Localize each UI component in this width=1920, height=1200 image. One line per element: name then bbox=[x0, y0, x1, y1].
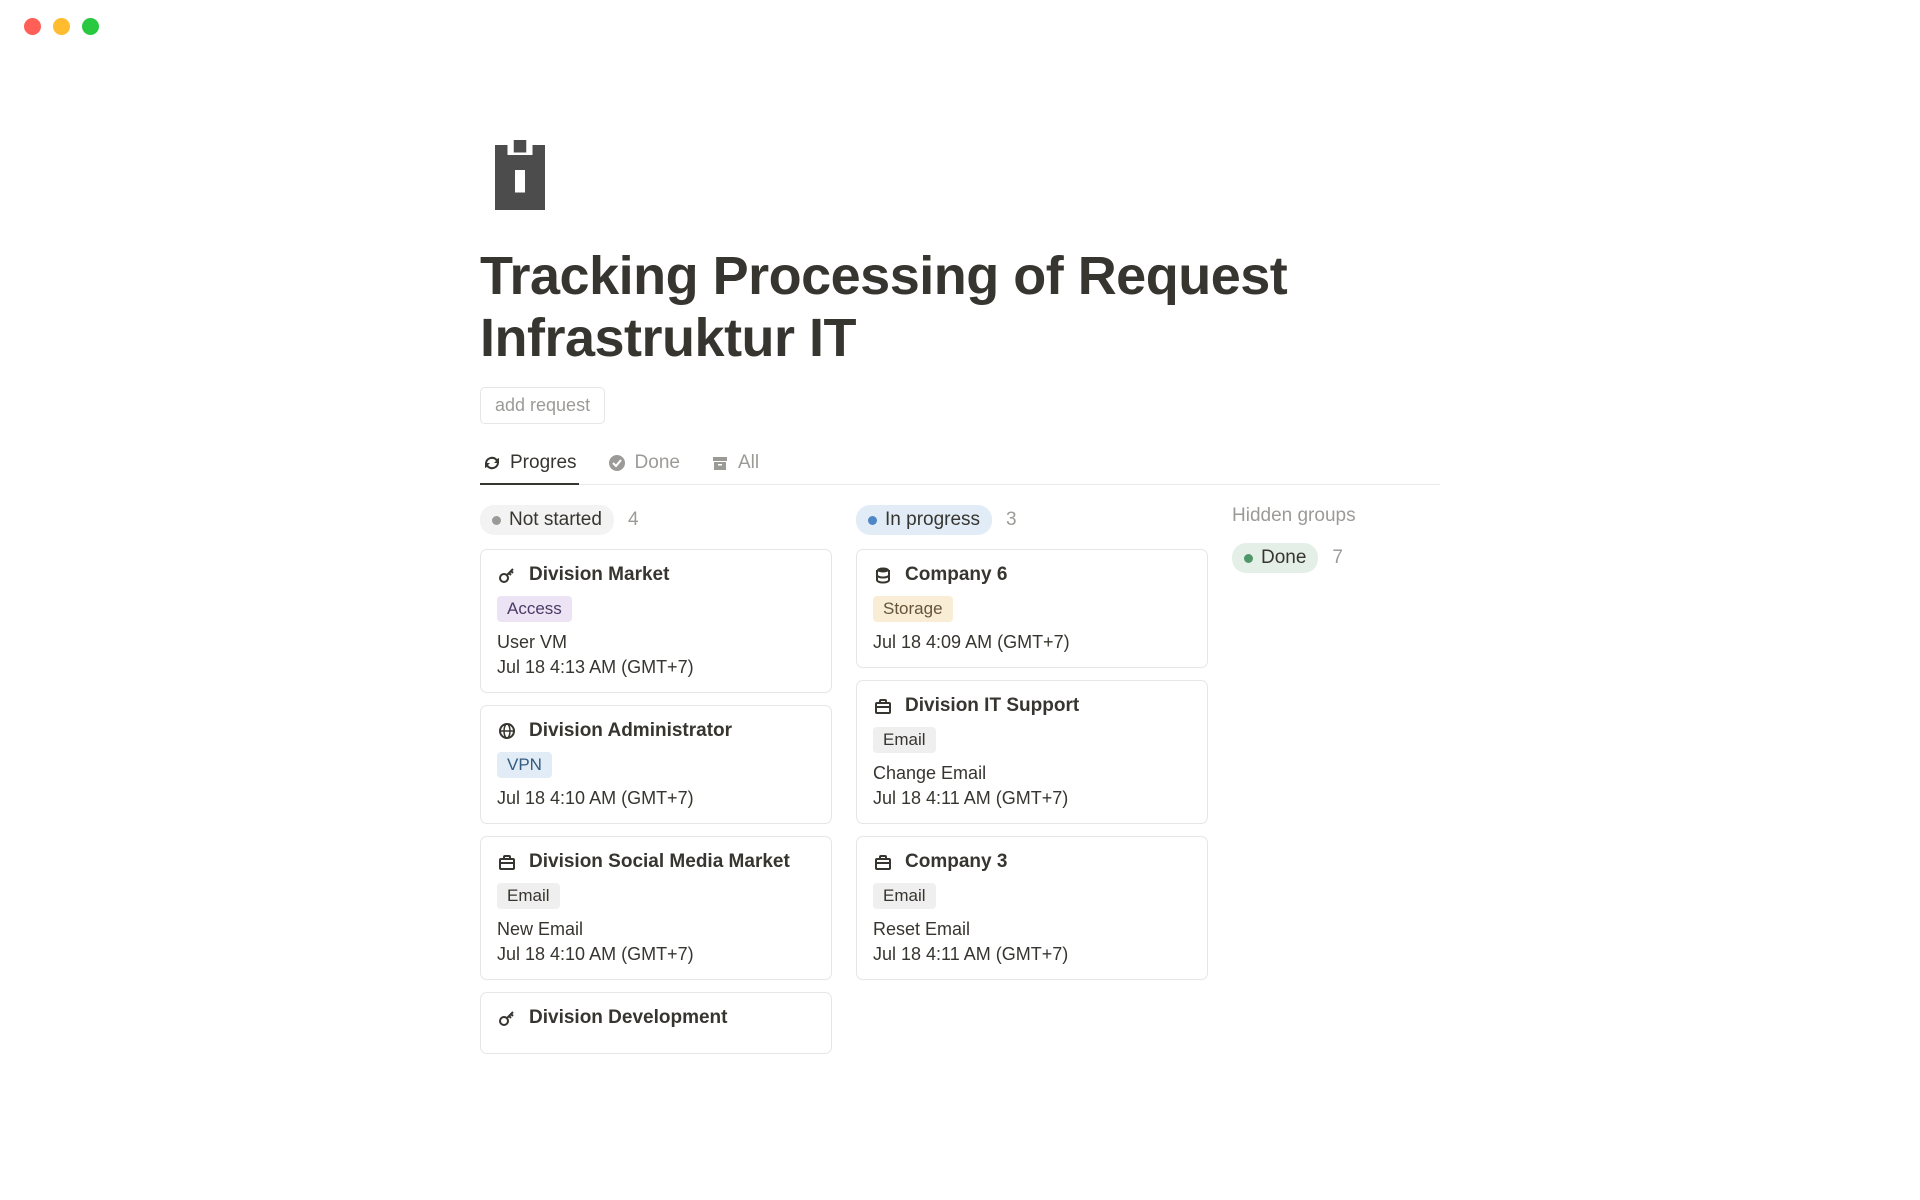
card-date: Jul 18 4:13 AM (GMT+7) bbox=[497, 657, 815, 678]
card[interactable]: Division Social Media Market Email New Ema… bbox=[480, 836, 832, 980]
hidden-groups-column: Hidden groups Done 7 bbox=[1232, 505, 1440, 573]
status-pill[interactable]: In progress bbox=[856, 505, 992, 535]
card-title: Division Development bbox=[529, 1007, 728, 1029]
card-description: Reset Email bbox=[873, 919, 1191, 940]
card[interactable]: Division Market Access User VM Jul 18 4:13 … bbox=[480, 549, 832, 693]
status-label: Done bbox=[1261, 547, 1306, 569]
tab-progres[interactable]: Progres bbox=[480, 446, 579, 484]
column-header: Not started 4 bbox=[480, 505, 832, 535]
card[interactable]: Division Administrator VPN Jul 18 4:10 AM … bbox=[480, 705, 832, 824]
card-description: Change Email bbox=[873, 763, 1191, 784]
close-window-button[interactable] bbox=[24, 18, 41, 35]
card-description: User VM bbox=[497, 632, 815, 653]
card-date: Jul 18 4:10 AM (GMT+7) bbox=[497, 788, 815, 809]
tab-label: Progres bbox=[510, 452, 577, 474]
card-tag: Email bbox=[873, 883, 936, 909]
card-title: Company 6 bbox=[905, 564, 1007, 586]
column-header: In progress 3 bbox=[856, 505, 1208, 535]
card-description: New Email bbox=[497, 919, 815, 940]
card-tag: Email bbox=[873, 727, 936, 753]
tab-all[interactable]: All bbox=[708, 446, 761, 484]
hidden-groups-title: Hidden groups bbox=[1232, 505, 1440, 527]
board-column-not-started: Not started 4 Division Market Access User VM… bbox=[480, 505, 832, 1066]
hidden-group-count: 7 bbox=[1332, 547, 1343, 569]
card[interactable]: Company 3 Email Reset Email Jul 18 4:11 AM … bbox=[856, 836, 1208, 980]
card[interactable]: Division Development bbox=[480, 992, 832, 1054]
status-label: Not started bbox=[509, 509, 602, 531]
tab-label: All bbox=[738, 452, 759, 474]
add-request-button[interactable]: add request bbox=[480, 387, 605, 424]
card-title: Company 3 bbox=[905, 851, 1007, 873]
card-date: Jul 18 4:09 AM (GMT+7) bbox=[873, 632, 1191, 653]
column-count: 4 bbox=[628, 509, 639, 531]
card-tag: Access bbox=[497, 596, 572, 622]
status-dot-icon bbox=[868, 516, 877, 525]
tab-label: Done bbox=[635, 452, 680, 474]
briefcase-icon bbox=[497, 852, 517, 872]
minimize-window-button[interactable] bbox=[53, 18, 70, 35]
key-icon bbox=[497, 565, 517, 585]
status-pill[interactable]: Not started bbox=[480, 505, 614, 535]
page-title: Tracking Processing of Request Infrastru… bbox=[480, 245, 1440, 369]
hidden-group-row[interactable]: Done 7 bbox=[1232, 543, 1440, 573]
globe-icon bbox=[497, 721, 517, 741]
status-label: In progress bbox=[885, 509, 980, 531]
card-tag: Storage bbox=[873, 596, 953, 622]
card-date: Jul 18 4:10 AM (GMT+7) bbox=[497, 944, 815, 965]
card-date: Jul 18 4:11 AM (GMT+7) bbox=[873, 944, 1191, 965]
database-icon bbox=[873, 565, 893, 585]
card-title: Division Market bbox=[529, 564, 669, 586]
briefcase-icon bbox=[873, 696, 893, 716]
card-tag: Email bbox=[497, 883, 560, 909]
key-icon bbox=[497, 1008, 517, 1028]
zoom-window-button[interactable] bbox=[82, 18, 99, 35]
briefcase-icon bbox=[873, 852, 893, 872]
status-dot-icon bbox=[492, 516, 501, 525]
column-count: 3 bbox=[1006, 509, 1017, 531]
view-tabs: Progres Done All bbox=[480, 446, 1440, 485]
card-date: Jul 18 4:11 AM (GMT+7) bbox=[873, 788, 1191, 809]
page-icon[interactable] bbox=[480, 135, 560, 215]
check-circle-icon bbox=[607, 453, 627, 473]
tab-done[interactable]: Done bbox=[605, 446, 682, 484]
status-dot-icon bbox=[1244, 554, 1253, 563]
refresh-icon bbox=[482, 453, 502, 473]
card-title: Division IT Support bbox=[905, 695, 1079, 717]
status-pill[interactable]: Done bbox=[1232, 543, 1318, 573]
card-title: Division Administrator bbox=[529, 720, 732, 742]
archive-icon bbox=[710, 453, 730, 473]
card[interactable]: Division IT Support Email Change Email Jul … bbox=[856, 680, 1208, 824]
card-tag: VPN bbox=[497, 752, 552, 778]
card-title: Division Social Media Market bbox=[529, 851, 790, 873]
card[interactable]: Company 6 Storage Jul 18 4:09 AM (GMT+7) bbox=[856, 549, 1208, 668]
board-column-in-progress: In progress 3 Company 6 Storage Jul 18 4:09 … bbox=[856, 505, 1208, 992]
window-traffic-lights bbox=[0, 0, 1920, 35]
